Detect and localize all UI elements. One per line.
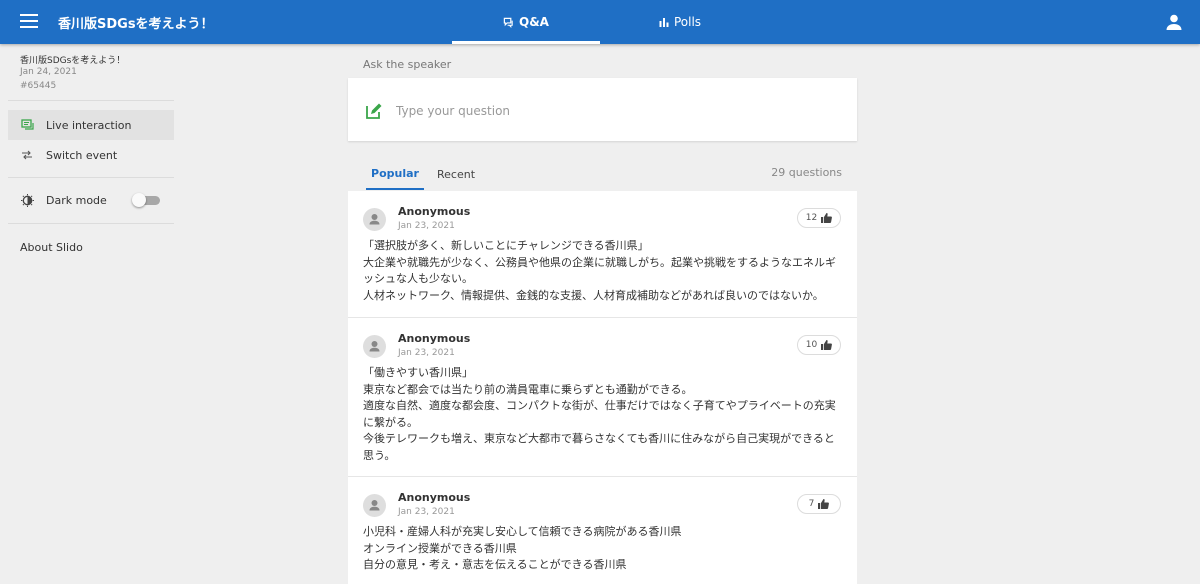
question-author: Anonymous — [398, 491, 471, 504]
tab-polls[interactable]: Polls — [620, 0, 740, 44]
event-title: 香川版SDGsを考えよう！ — [58, 17, 214, 32]
dark-mode-row: Dark mode — [8, 185, 174, 215]
question-date: Jan 23, 2021 — [398, 348, 455, 358]
sidebar-event-code: #65445 — [20, 81, 57, 91]
like-count: 12 — [805, 213, 818, 223]
chat-bubble-icon — [503, 17, 514, 28]
ask-the-speaker-label: Ask the speaker — [363, 58, 452, 71]
live-chat-icon — [8, 119, 46, 131]
hamburger-menu-icon[interactable] — [20, 14, 38, 28]
dark-mode-label: Dark mode — [46, 193, 107, 207]
dark-mode-toggle[interactable] — [132, 193, 160, 207]
avatar — [363, 494, 386, 517]
about-slido-link[interactable]: About Slido — [20, 241, 83, 254]
question-input[interactable] — [396, 100, 836, 122]
sidebar-item-live-interaction[interactable]: Live interaction — [8, 110, 174, 140]
question-card: Anonymous Jan 23, 2021 7 小児科・産婦人科が充実し安心し… — [348, 477, 857, 584]
tab-recent[interactable]: Recent — [432, 158, 480, 190]
tab-qa[interactable]: Q&A — [452, 0, 600, 44]
sidebar-event-date: Jan 24, 2021 — [20, 67, 77, 77]
sidebar-divider — [8, 177, 174, 178]
question-card: Anonymous Jan 23, 2021 12 「選択肢が多く、新しいことに… — [348, 191, 857, 318]
like-button[interactable]: 7 — [797, 494, 841, 514]
like-button[interactable]: 12 — [797, 208, 841, 228]
ask-question-card[interactable] — [348, 78, 857, 141]
top-app-bar: 香川版SDGsを考えよう！ Q&A Polls — [0, 0, 1200, 44]
question-text: 「働きやすい香川県」 東京など都会では当たり前の満員電車に乗らずとも通勤ができる… — [363, 366, 836, 462]
tab-polls-label: Polls — [673, 15, 702, 29]
sidebar-divider — [8, 100, 174, 101]
question-author: Anonymous — [398, 205, 471, 218]
question-text: 「選択肢が多く、新しいことにチャレンジできる香川県」 大企業や就職先が少なく、公… — [363, 239, 836, 302]
sidebar-item-label: Switch event — [46, 148, 118, 162]
question-text: 小児科・産婦人科が充実し安心して信頼できる病院がある香川県 オンライン授業ができ… — [363, 525, 682, 571]
question-author: Anonymous — [398, 332, 471, 345]
tab-qa-label: Q&A — [519, 15, 549, 29]
like-count: 7 — [808, 499, 815, 509]
sidebar-event-name: 香川版SDGsを考えよう！ — [20, 56, 126, 66]
avatar — [363, 208, 386, 231]
sidebar-item-switch-event[interactable]: Switch event — [8, 140, 174, 170]
question-date: Jan 23, 2021 — [398, 221, 455, 231]
sidebar: 香川版SDGsを考えよう！ Jan 24, 2021 #65445 Live i… — [0, 44, 185, 584]
thumbs-up-icon — [821, 213, 833, 223]
like-button[interactable]: 10 — [797, 335, 841, 355]
thumbs-up-icon — [818, 499, 830, 509]
tab-popular[interactable]: Popular — [366, 158, 424, 190]
question-card: Anonymous Jan 23, 2021 10 「働きやすい香川県」 東京な… — [348, 318, 857, 477]
person-icon[interactable] — [1165, 13, 1183, 31]
sidebar-divider — [8, 223, 174, 224]
pencil-square-icon — [365, 102, 383, 120]
sidebar-item-label: Live interaction — [46, 118, 132, 132]
active-tab-indicator — [452, 41, 600, 44]
like-count: 10 — [805, 340, 818, 350]
bar-chart-icon — [659, 17, 669, 27]
contrast-icon — [8, 193, 46, 207]
swap-arrows-icon — [8, 150, 46, 160]
question-count: 29 questions — [771, 166, 842, 179]
avatar — [363, 335, 386, 358]
question-date: Jan 23, 2021 — [398, 507, 455, 517]
thumbs-up-icon — [821, 340, 833, 350]
